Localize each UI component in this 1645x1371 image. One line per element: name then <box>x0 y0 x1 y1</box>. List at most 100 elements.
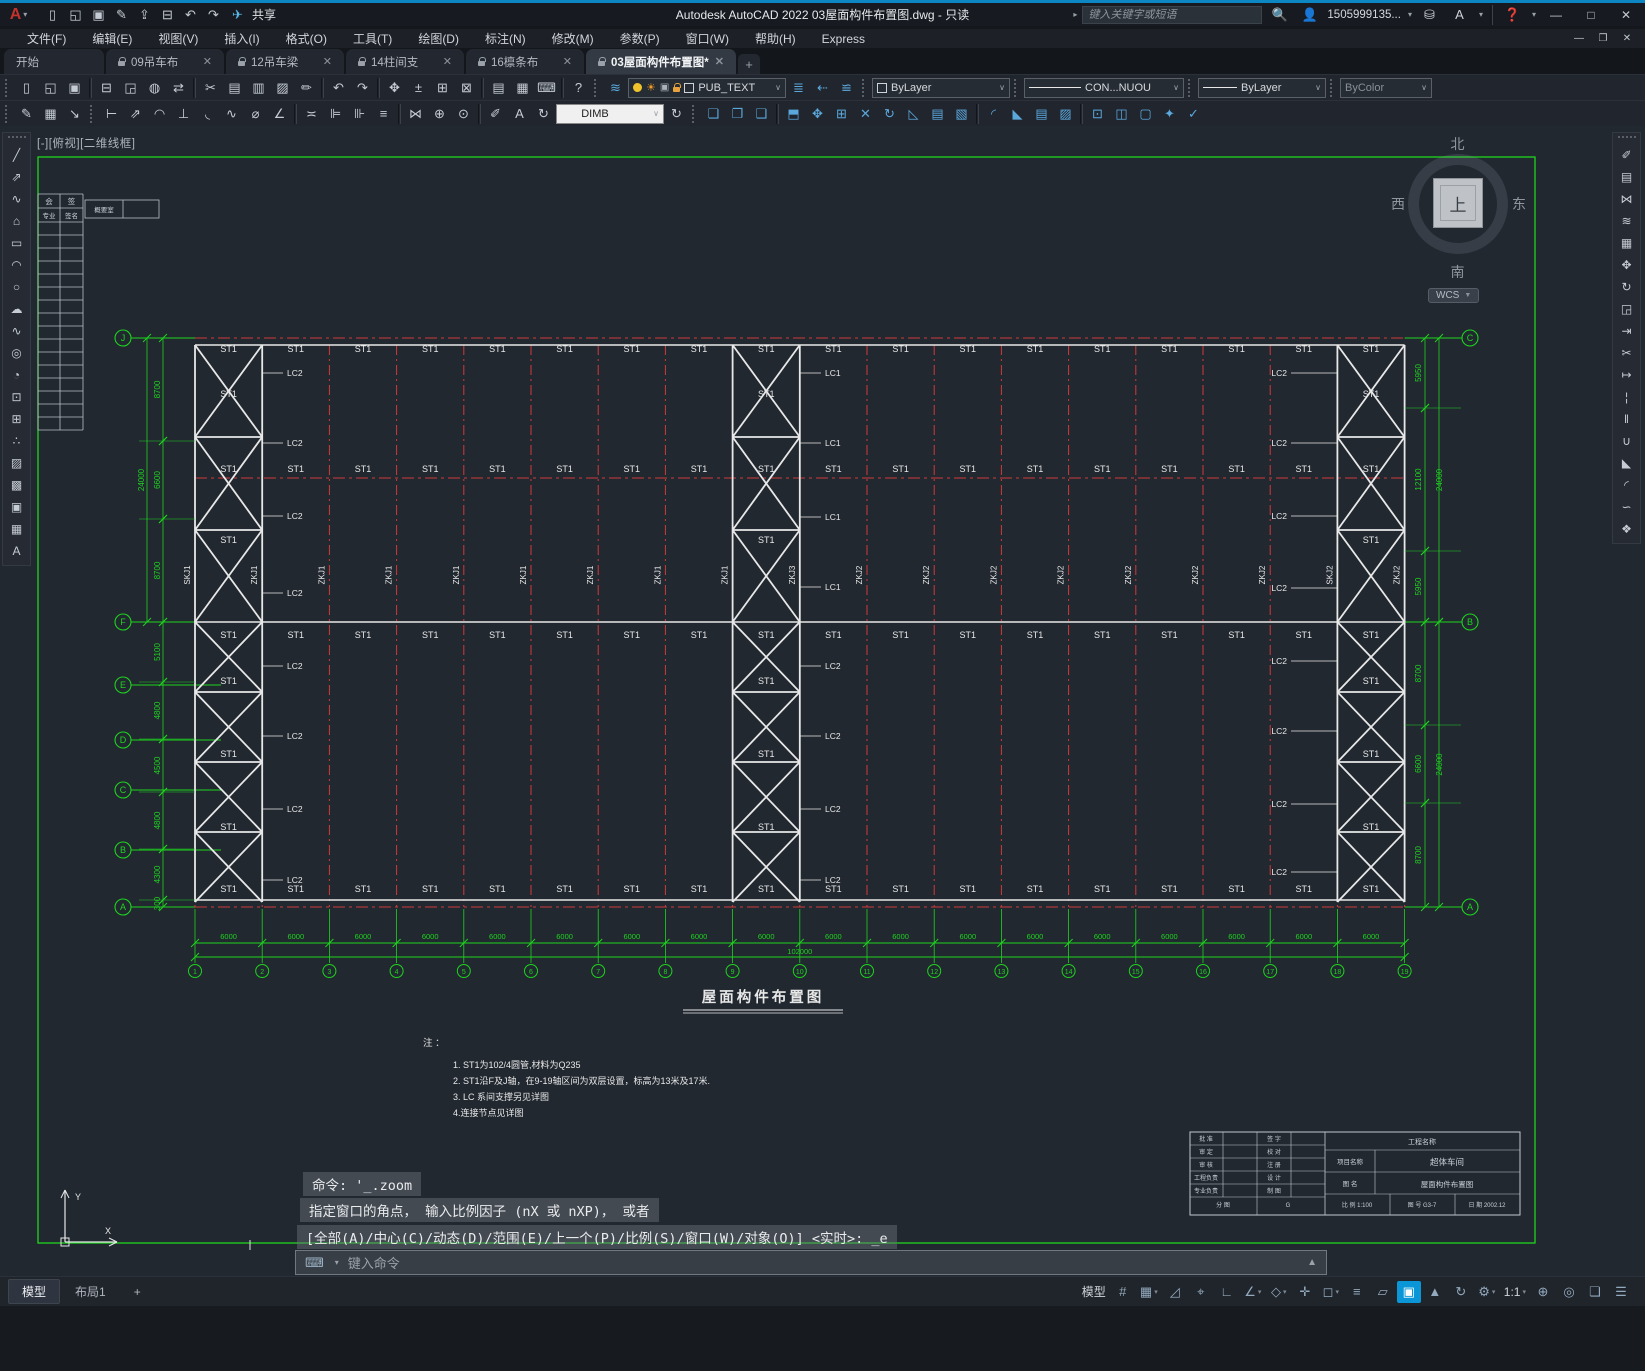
chamfer-icon[interactable]: ◣ <box>1614 452 1639 473</box>
dim-style-dropdown[interactable]: DIMB ∨ <box>556 103 664 124</box>
toolbar-grip[interactable] <box>1188 78 1194 97</box>
viewcube-south[interactable]: 南 <box>1451 262 1465 282</box>
file-tab[interactable]: 03屋面构件布置图* ✕ <box>586 49 736 74</box>
dim-baseline-icon[interactable]: ⊫ <box>324 103 347 125</box>
clean-icon[interactable]: ✦ <box>1158 103 1181 125</box>
viewcube-top-face[interactable]: 上 <box>1433 178 1483 228</box>
viewcube-east[interactable]: 东 <box>1512 194 1526 214</box>
construction-line-icon[interactable]: ⇗ <box>4 166 29 187</box>
layer-states-icon[interactable]: ≣ <box>787 77 810 99</box>
make-block-icon[interactable]: ⊞ <box>4 408 29 429</box>
edit-block-icon[interactable]: ✏ <box>295 77 318 99</box>
help-icon[interactable]: ❓ <box>1500 5 1525 25</box>
match-properties-icon[interactable]: ▨ <box>271 77 294 99</box>
subtract-icon[interactable]: ❐ <box>726 103 749 125</box>
polyline-icon[interactable]: ∿ <box>4 188 29 209</box>
move-faces-icon[interactable]: ✥ <box>806 103 829 125</box>
doc-restore-button[interactable]: ❐ <box>1591 29 1615 47</box>
drawing-canvas[interactable]: 会 签专业 签名 概要室 J F E D C B A C B A ST1 ST1 ST1 ST1 ST1 ST1 ST1… <box>35 130 1540 1250</box>
dim-continue-icon[interactable]: ⊪ <box>348 103 371 125</box>
imprint-icon[interactable]: ⊡ <box>1086 103 1109 125</box>
extend-icon[interactable]: ↦ <box>1614 364 1639 385</box>
menu-11[interactable]: 窗口(W) <box>673 29 742 48</box>
lineweight-dropdown[interactable]: ByLayer ∨ <box>1198 77 1326 98</box>
polar-icon[interactable]: ∠ ▾ <box>1241 1281 1265 1303</box>
layer-unlock-icon[interactable] <box>673 82 682 92</box>
doc-minimize-button[interactable]: — <box>1567 29 1591 47</box>
new-drawing-tab[interactable]: + <box>738 54 760 74</box>
snap-icon[interactable]: ▦ ▾ <box>1137 1281 1161 1303</box>
multiline-text-icon[interactable]: A <box>4 540 29 561</box>
close-tab-icon[interactable]: ✕ <box>443 55 452 68</box>
designcenter-icon[interactable]: ▦ <box>511 77 534 99</box>
insert-block-icon[interactable]: ⊡ <box>4 386 29 407</box>
menu-5[interactable]: 格式(O) <box>273 29 340 48</box>
calculator-icon[interactable]: ⌨ <box>535 77 558 99</box>
close-tab-icon[interactable]: ✕ <box>323 55 332 68</box>
toolbar-grip[interactable] <box>1014 78 1020 97</box>
file-tab[interactable]: 09吊车布 ✕ <box>106 49 224 74</box>
close-tab-icon[interactable]: ✕ <box>563 55 572 68</box>
dim-text-edit-icon[interactable]: A <box>508 103 531 125</box>
table-style-icon[interactable]: ▦ <box>39 103 62 125</box>
toolbar-grip[interactable] <box>5 78 11 97</box>
layer-freeze-vp-icon[interactable]: ▣ <box>660 82 669 93</box>
zoom-window-icon[interactable]: ⊞ <box>431 77 454 99</box>
color-faces-icon[interactable]: ▧ <box>950 103 973 125</box>
dim-jogged-icon[interactable]: ∿ <box>220 103 243 125</box>
file-tab[interactable]: 14柱间支 ✕ <box>346 49 464 74</box>
undo-icon[interactable]: ↶ <box>179 4 202 26</box>
delete-faces-icon[interactable]: ✕ <box>854 103 877 125</box>
menu-9[interactable]: 修改(M) <box>539 29 607 48</box>
polygon-icon[interactable]: ⌂ <box>4 210 29 231</box>
undo-icon[interactable]: ↶ <box>327 77 350 99</box>
isodraft-icon[interactable]: ◇ ▾ <box>1267 1281 1291 1303</box>
command-input[interactable]: ⌨ ▾ 键入命令 ▲ <box>295 1250 1327 1275</box>
spline-icon[interactable]: ∿ <box>4 320 29 341</box>
dim-update-icon[interactable]: ↻ <box>665 103 688 125</box>
layer-previous-icon[interactable]: ⇠ <box>811 77 834 99</box>
color-dropdown[interactable]: ByLayer ∨ <box>872 77 1010 98</box>
viewcube-north[interactable]: 北 <box>1451 134 1465 154</box>
search-expand-icon[interactable]: ▸ <box>1073 10 1077 19</box>
file-tab[interactable]: 开始 <box>4 49 104 74</box>
multileader-style-icon[interactable]: ↘ <box>63 103 86 125</box>
break-icon[interactable]: ‖ <box>1614 408 1639 429</box>
cut-icon[interactable]: ✂ <box>199 77 222 99</box>
app-store-icon[interactable]: ⛁ <box>1417 5 1442 25</box>
dim-linear-icon[interactable]: ⊢ <box>100 103 123 125</box>
separate-icon[interactable]: ◫ <box>1110 103 1133 125</box>
share-icon[interactable]: ✈ <box>225 5 250 25</box>
menu-6[interactable]: 工具(T) <box>340 29 405 48</box>
toolbar-grip[interactable] <box>594 78 600 97</box>
linetype-dropdown[interactable]: CON...NUOU ∨ <box>1024 77 1184 98</box>
save-as-icon[interactable]: ✎ <box>110 4 133 26</box>
save-icon[interactable]: ▣ <box>87 4 110 26</box>
upload-icon[interactable]: ⇪ <box>133 4 156 26</box>
redo-icon[interactable]: ↷ <box>351 77 374 99</box>
dim-radius-icon[interactable]: ◟ <box>196 103 219 125</box>
file-tab[interactable]: 12吊车梁 ✕ <box>226 49 344 74</box>
copy-faces-icon[interactable]: ▤ <box>926 103 949 125</box>
model-space-toggle[interactable]: 模型 <box>1079 1281 1109 1303</box>
pan-icon[interactable]: ✥ <box>383 77 406 99</box>
toolbar-grip[interactable] <box>5 104 11 123</box>
ellipse-icon[interactable]: ◎ <box>4 342 29 363</box>
share-label[interactable]: 共享 <box>252 6 276 23</box>
join-icon[interactable]: ∪ <box>1614 430 1639 451</box>
paste-icon[interactable]: ▥ <box>247 77 270 99</box>
minimize-button[interactable]: — <box>1541 5 1571 25</box>
open-icon[interactable]: ◱ <box>64 4 87 26</box>
dim-aligned-icon[interactable]: ⇗ <box>124 103 147 125</box>
layer-dropdown[interactable]: ☀ ▣ PUB_TEXT ∨ <box>628 77 786 98</box>
dim-tolerance-icon[interactable]: ⊕ <box>428 103 451 125</box>
menu-8[interactable]: 标注(N) <box>472 29 539 48</box>
clean-screen-icon[interactable]: ❏ <box>1583 1281 1607 1303</box>
scale-icon[interactable]: ◲ <box>1614 298 1639 319</box>
toolbar-grip[interactable] <box>90 104 96 123</box>
command-customize-icon[interactable]: ⌨ <box>305 1255 324 1271</box>
dim-ordinate-icon[interactable]: ⊥ <box>172 103 195 125</box>
fillet-edges-icon[interactable]: ◜ <box>982 103 1005 125</box>
rotate-icon[interactable]: ↻ <box>1614 276 1639 297</box>
close-button[interactable]: ✕ <box>1611 5 1641 25</box>
